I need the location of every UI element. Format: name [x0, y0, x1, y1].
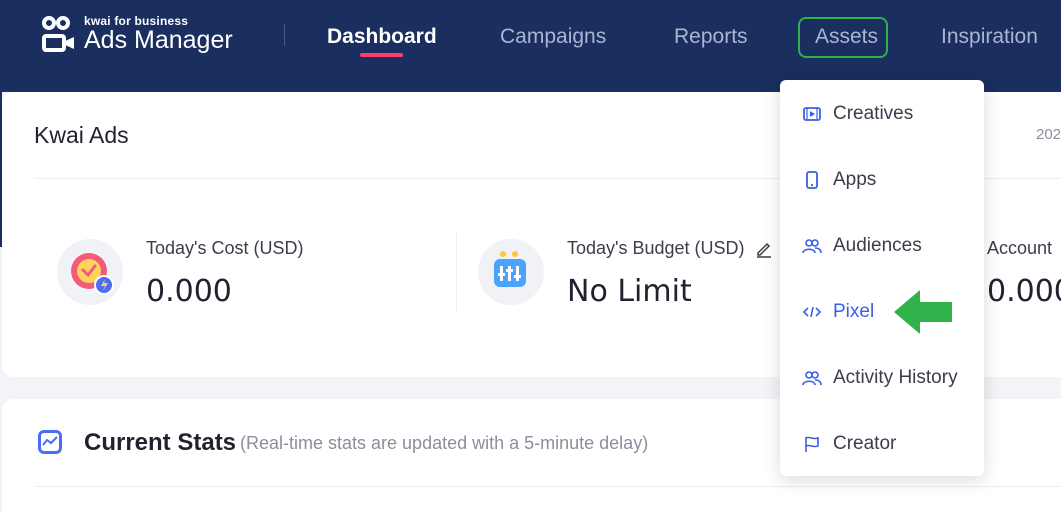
menu-item-apps[interactable]: Apps	[780, 158, 984, 202]
annotation-arrow-icon	[894, 290, 954, 339]
budget-sliders-icon	[478, 239, 544, 305]
menu-item-label: Creatives	[833, 103, 914, 124]
menu-item-label: Pixel	[833, 301, 875, 322]
nav-inspiration[interactable]: Inspiration	[941, 22, 1038, 52]
menu-item-label: Activity History	[833, 367, 958, 388]
todays-cost-label: Today's Cost (USD)	[146, 238, 304, 258]
menu-item-creator[interactable]: Creator	[780, 422, 984, 466]
account-balance-value: 0.000	[987, 274, 1061, 309]
menu-item-audiences[interactable]: Audiences	[780, 224, 984, 268]
todays-cost-value: 0.000	[146, 274, 232, 309]
menu-item-label: Creator	[833, 433, 897, 454]
phone-icon	[802, 170, 822, 190]
top-nav-bar: kwai for business Ads Manager Dashboard …	[0, 0, 1061, 92]
current-stats-subtitle: (Real-time stats are updated with a 5-mi…	[240, 433, 649, 453]
users-icon	[802, 236, 822, 256]
kwai-logo-icon	[40, 14, 76, 54]
code-icon	[802, 302, 822, 322]
nav-campaigns[interactable]: Campaigns	[500, 22, 606, 52]
date-range[interactable]: 202	[1036, 126, 1061, 143]
active-nav-underline	[360, 53, 403, 57]
assets-highlight-box	[798, 17, 888, 58]
nav-dashboard[interactable]: Dashboard	[327, 22, 437, 52]
menu-item-creatives[interactable]: Creatives	[780, 92, 984, 136]
nav-divider	[284, 24, 285, 46]
nav-reports[interactable]: Reports	[674, 22, 748, 52]
edit-pencil-icon[interactable]	[755, 240, 773, 263]
logo-title: Ads Manager	[84, 26, 233, 54]
ads-manager-logo[interactable]: kwai for business Ads Manager	[40, 14, 233, 54]
current-stats-title: Current Stats	[84, 429, 237, 456]
chart-line-icon	[38, 430, 62, 454]
stat-divider	[456, 233, 457, 311]
divider	[34, 486, 1061, 487]
assets-dropdown-menu: Creatives Apps Audiences Pixel Activity …	[780, 80, 984, 476]
todays-budget-label: Today's Budget (USD)	[567, 238, 745, 258]
account-balance-label: Account	[987, 238, 1053, 258]
users-icon	[802, 368, 822, 388]
film-icon	[802, 104, 822, 124]
account-title: Kwai Ads	[34, 122, 129, 148]
menu-item-label: Audiences	[833, 235, 922, 256]
cost-clock-icon	[57, 239, 123, 305]
flag-icon	[802, 434, 822, 454]
todays-budget-value: No Limit	[567, 274, 692, 309]
menu-item-label: Apps	[833, 169, 877, 190]
menu-item-activity-history[interactable]: Activity History	[780, 356, 984, 400]
